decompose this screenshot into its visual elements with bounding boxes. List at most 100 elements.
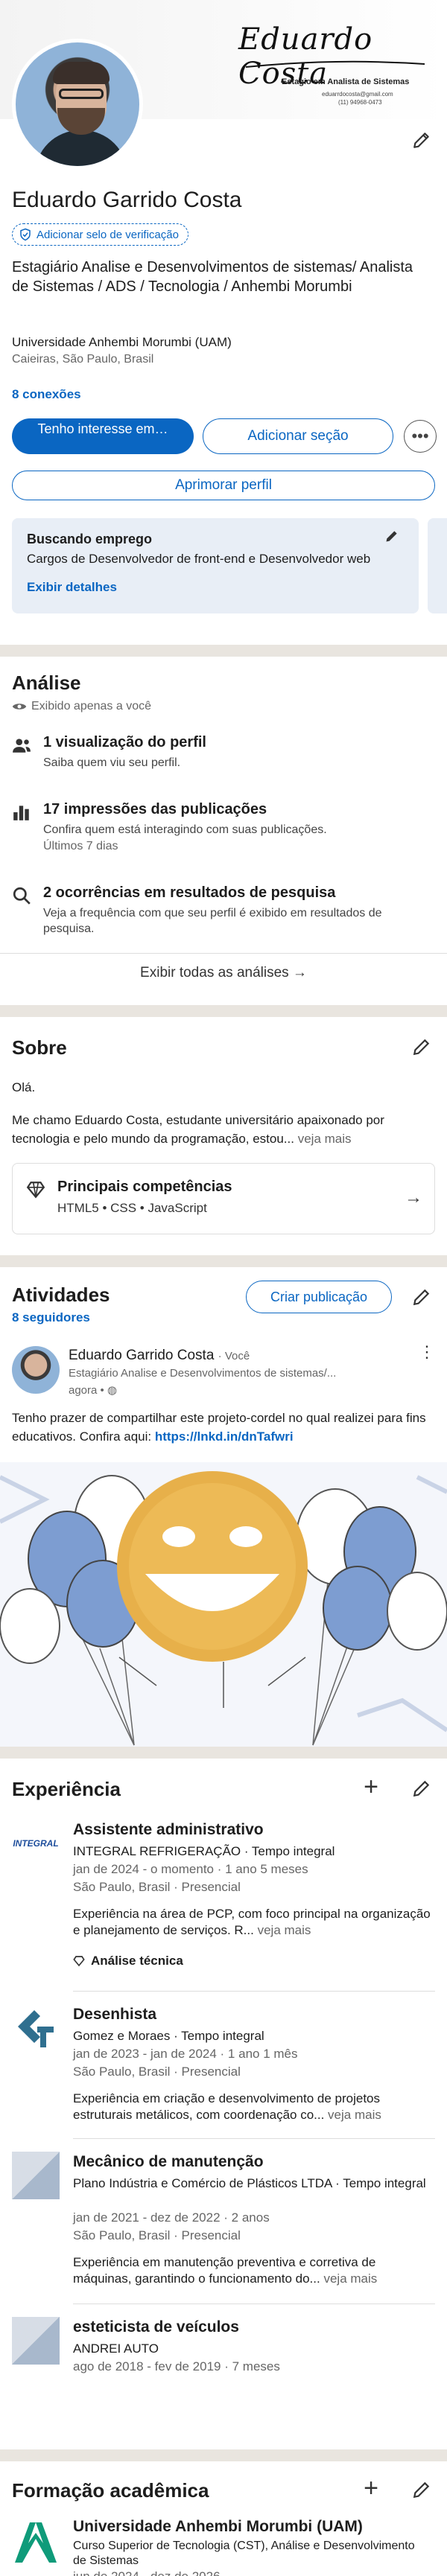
arrow-right-icon: → <box>405 1187 422 1208</box>
post-author-you: · Você <box>218 1350 250 1362</box>
edit-about-pencil-icon[interactable] <box>408 1033 435 1060</box>
post-link[interactable]: https://lnkd.in/dnTafwri <box>155 1429 294 1444</box>
experience-item-title[interactable]: Mecânico de manutenção <box>73 2153 264 2171</box>
edit-experience-pencil-icon[interactable] <box>408 1775 435 1802</box>
divider <box>0 953 447 954</box>
education-dates: jun de 2024 - dez de 2026 <box>73 2569 431 2576</box>
experience-item-dates: jan de 2023 - jan de 2024 · 1 ano 1 mês <box>73 2047 298 2061</box>
post-author-avatar[interactable] <box>12 1346 60 1394</box>
experience-item-place: São Paulo, Brasil · Presencial <box>73 2065 241 2079</box>
experience-item-title[interactable]: Desenhista <box>73 2006 156 2024</box>
experience-see-more-link[interactable]: veja mais <box>254 1923 311 1937</box>
avatar[interactable] <box>12 39 143 170</box>
edit-intro-pencil-icon[interactable] <box>408 127 435 153</box>
edit-activity-pencil-icon[interactable] <box>408 1284 435 1310</box>
activity-title: Atividades <box>12 1284 110 1306</box>
banner-email: eduarrdocosta@gmail.com <box>322 91 393 98</box>
eye-icon <box>12 704 27 710</box>
profile-headline: Estagiário Analise e Desenvolvimentos de… <box>12 259 413 295</box>
shield-check-icon <box>20 228 31 241</box>
add-experience-plus-icon[interactable]: + <box>358 1773 384 1801</box>
section-divider <box>0 645 447 657</box>
post-author-headline: Estagiário Analise e Desenvolvimentos de… <box>69 1367 337 1380</box>
experience-item-title[interactable]: Assistente administrativo <box>73 1821 264 1839</box>
profile-school[interactable]: Universidade Anhembi Morumbi (UAM) <box>12 335 232 350</box>
profile-page: Eduardo Costa Estagio em Analista de Sis… <box>0 0 447 2576</box>
profile-name: Eduardo Garrido Costa <box>12 188 242 212</box>
add-section-button[interactable]: Adicionar seção <box>203 418 393 454</box>
open-to-button[interactable]: Tenho interesse em… <box>12 418 194 454</box>
edit-open-to-work-pencil-icon[interactable] <box>381 526 402 546</box>
post-time: agora • ◍ <box>69 1383 117 1397</box>
company-logo[interactable] <box>12 2004 60 2052</box>
next-card-peek <box>428 518 447 613</box>
more-options-button[interactable]: ••• <box>404 420 437 453</box>
education-title: Formação acadêmica <box>12 2479 209 2502</box>
experience-item-desc: Experiência em manutenção preventiva e c… <box>73 2254 431 2287</box>
analytics-item-period: Últimos 7 dias <box>43 840 118 852</box>
experience-item-company: INTEGRAL REFRIGERAÇÃO · Tempo integral <box>73 1844 335 1858</box>
experience-section: Experiência + INTEGRAL Assistente admini… <box>0 1759 447 2449</box>
experience-skill[interactable]: Análise técnica <box>73 1954 183 1968</box>
experience-item-company: Gomez e Moraes · Tempo integral <box>73 2029 264 2043</box>
add-verification-button[interactable]: Adicionar selo de verificação <box>12 223 188 246</box>
post-author-line[interactable]: Eduardo Garrido Costa · Você <box>69 1348 250 1364</box>
experience-skill-label: Análise técnica <box>91 1954 183 1968</box>
post-image[interactable] <box>0 1462 447 1747</box>
show-all-analytics-button[interactable]: Exibir todas as análises → <box>0 965 447 981</box>
open-to-work-desc: Cargos de Desenvolvedor de front-end e D… <box>27 552 371 566</box>
post-more-options-icon[interactable]: ⋮ <box>419 1344 435 1360</box>
company-logo-text: INTEGRAL <box>13 1838 59 1849</box>
experience-item-title[interactable]: esteticista de veículos <box>73 2318 239 2336</box>
activity-section: Atividades 8 seguidores Criar publicação… <box>0 1267 447 1747</box>
about-text: Me chamo Eduardo Costa, estudante univer… <box>12 1111 435 1148</box>
connections-link[interactable]: 8 conexões <box>12 387 81 402</box>
banner-phone: (11) 94968-0473 <box>338 99 382 106</box>
add-education-plus-icon[interactable]: + <box>358 2474 384 2502</box>
avatar-beard <box>57 108 105 135</box>
analytics-item-sub: Saiba quem viu seu perfil. <box>43 756 181 769</box>
top-skills-card[interactable]: Principais competências HTML5 • CSS • Ja… <box>12 1163 435 1234</box>
diamond-icon <box>26 1182 45 1199</box>
analytics-item-title[interactable]: 2 ocorrências em resultados de pesquisa <box>43 884 335 902</box>
section-divider <box>0 1747 447 1759</box>
create-post-button[interactable]: Criar publicação <box>246 1281 392 1313</box>
school-logo[interactable] <box>12 2518 60 2566</box>
analytics-title: Análise <box>12 672 81 694</box>
company-logo-placeholder[interactable] <box>12 2317 60 2365</box>
avatar-hair <box>53 62 110 84</box>
open-to-work-card[interactable]: Buscando emprego Cargos de Desenvolvedor… <box>12 518 419 613</box>
smiley-balloons-illustration <box>0 1462 447 1747</box>
experience-see-more-link[interactable]: veja mais <box>320 2271 377 2286</box>
experience-see-more-link[interactable]: veja mais <box>324 2108 381 2122</box>
analytics-item-title[interactable]: 1 visualização do perfil <box>43 734 206 751</box>
post-author-name: Eduardo Garrido Costa <box>69 1348 215 1363</box>
about-see-more-link[interactable]: veja mais <box>294 1132 352 1146</box>
edit-education-pencil-icon[interactable] <box>408 2476 435 2503</box>
divider <box>73 2138 435 2139</box>
profile-location: Caieiras, São Paulo, Brasil <box>12 353 154 366</box>
enhance-profile-button[interactable]: Aprimorar perfil <box>12 471 435 500</box>
post-text: Tenho prazer de compartilhar este projet… <box>12 1409 435 1446</box>
add-verification-label: Adicionar selo de verificação <box>37 228 179 241</box>
show-details-link[interactable]: Exibir detalhes <box>27 580 404 595</box>
divider <box>73 1991 435 1992</box>
company-logo-mark <box>18 2010 54 2047</box>
experience-item-desc-text: Experiência na área de PCP, com foco pri… <box>73 1907 431 1937</box>
open-to-work-title: Buscando emprego <box>27 532 153 546</box>
profile-card: Eduardo Costa Estagio em Analista de Sis… <box>0 0 447 645</box>
section-divider <box>0 1255 447 1267</box>
analytics-item-title[interactable]: 17 impressões das publicações <box>43 801 267 818</box>
experience-title: Experiência <box>12 1778 121 1800</box>
company-logo-placeholder[interactable] <box>12 2152 60 2199</box>
ellipsis-icon: ••• <box>411 427 429 445</box>
education-section: Formação acadêmica + Universidade Anhemb… <box>0 2461 447 2576</box>
diamond-icon <box>73 1956 85 1967</box>
section-divider <box>0 1005 447 1017</box>
company-logo[interactable]: INTEGRAL <box>12 1820 60 1867</box>
education-school[interactable]: Universidade Anhembi Morumbi (UAM) <box>73 2518 363 2536</box>
top-skills-title: Principais competências <box>57 1179 232 1195</box>
about-section: Sobre Olá. Me chamo Eduardo Costa, estud… <box>0 1017 447 1255</box>
post-time-label: agora • <box>69 1384 104 1397</box>
followers-count[interactable]: 8 seguidores <box>12 1310 90 1325</box>
